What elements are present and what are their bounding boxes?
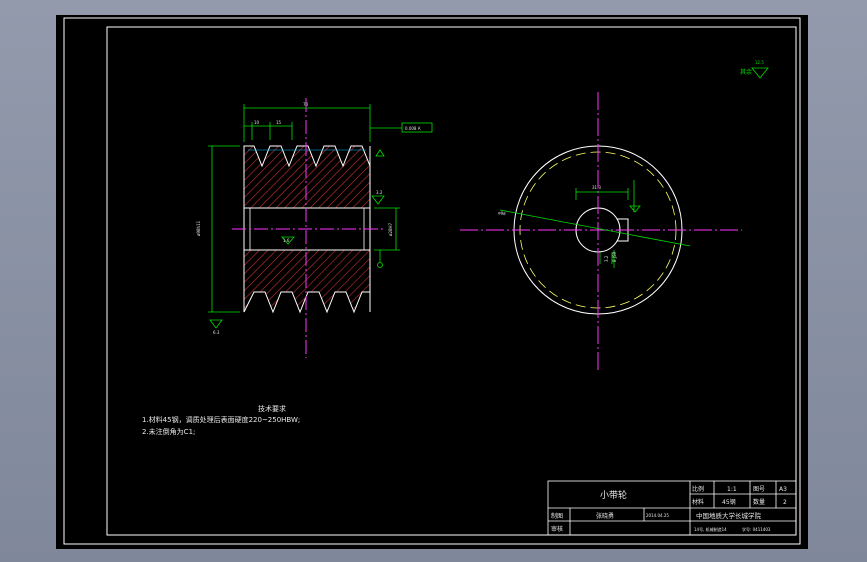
svg-text:0.008 A: 0.008 A xyxy=(405,126,421,131)
svg-text:8 JS9: 8 JS9 xyxy=(612,251,617,262)
svg-text:数量: 数量 xyxy=(753,498,765,506)
upper-hatch xyxy=(243,145,371,209)
svg-text:12.5: 12.5 xyxy=(755,60,764,65)
svg-text:31.3: 31.3 xyxy=(592,185,601,190)
svg-text:2014.04.25: 2014.04.25 xyxy=(646,513,669,518)
part-title: 小带轮 xyxy=(600,489,627,501)
drawing-canvas: 70 10 15 0.008 A ø98h11 ø28H7 6.3 3.2 1.… xyxy=(63,17,801,545)
svg-text:审核: 审核 xyxy=(551,525,563,533)
outer-frame xyxy=(63,17,801,545)
title-block-text: 小带轮 比例 1:1 图号 A3 材料 45钢 数量 2 制图 张晓勇 2014… xyxy=(551,485,787,533)
svg-text:10: 10 xyxy=(254,120,260,125)
svg-text:ø98h11: ø98h11 xyxy=(196,220,201,236)
tech-req-heading: 技术要求 xyxy=(258,404,286,413)
svg-text:ø28H7: ø28H7 xyxy=(388,222,393,236)
svg-text:A3: A3 xyxy=(779,486,787,493)
svg-text:1.6: 1.6 xyxy=(283,238,290,243)
tech-req-item-2: 2.未注倒角为C1; xyxy=(142,427,195,436)
section-view xyxy=(232,98,384,358)
technical-requirements: 技术要求 1.材料45钢，调质处理后表面硬度220~250HBW; 2.未注倒角… xyxy=(142,404,300,436)
svg-text:14号, 机械制造14: 14号, 机械制造14 xyxy=(694,526,727,532)
roughness-note: 其余 12.5 xyxy=(740,60,769,79)
svg-text:3.2: 3.2 xyxy=(604,255,609,262)
svg-text:3.2: 3.2 xyxy=(376,190,383,195)
svg-text:图号: 图号 xyxy=(753,486,765,493)
svg-text:45钢: 45钢 xyxy=(722,498,736,506)
svg-text:其余: 其余 xyxy=(740,68,752,76)
svg-text:6.3: 6.3 xyxy=(213,330,220,335)
svg-text:比例: 比例 xyxy=(692,485,704,493)
svg-text:70: 70 xyxy=(303,102,309,107)
svg-text:制图: 制图 xyxy=(551,512,563,520)
svg-text:2: 2 xyxy=(783,499,787,506)
svg-text:材料: 材料 xyxy=(692,498,704,506)
svg-text:1:1: 1:1 xyxy=(727,486,737,493)
side-view: ø98 31.3 8 JS9 3.2 xyxy=(460,92,742,370)
svg-text:ø98: ø98 xyxy=(498,210,507,216)
svg-text:张晓勇: 张晓勇 xyxy=(596,512,614,520)
tech-req-item-1: 1.材料45钢，调质处理后表面硬度220~250HBW; xyxy=(142,415,300,424)
svg-text:中国地质大学长城学院: 中国地质大学长城学院 xyxy=(696,511,762,520)
inner-frame xyxy=(106,26,797,536)
svg-text:学号: 0411403: 学号: 0411403 xyxy=(742,526,771,532)
svg-text:15: 15 xyxy=(276,120,282,125)
lower-hatch xyxy=(243,249,371,314)
